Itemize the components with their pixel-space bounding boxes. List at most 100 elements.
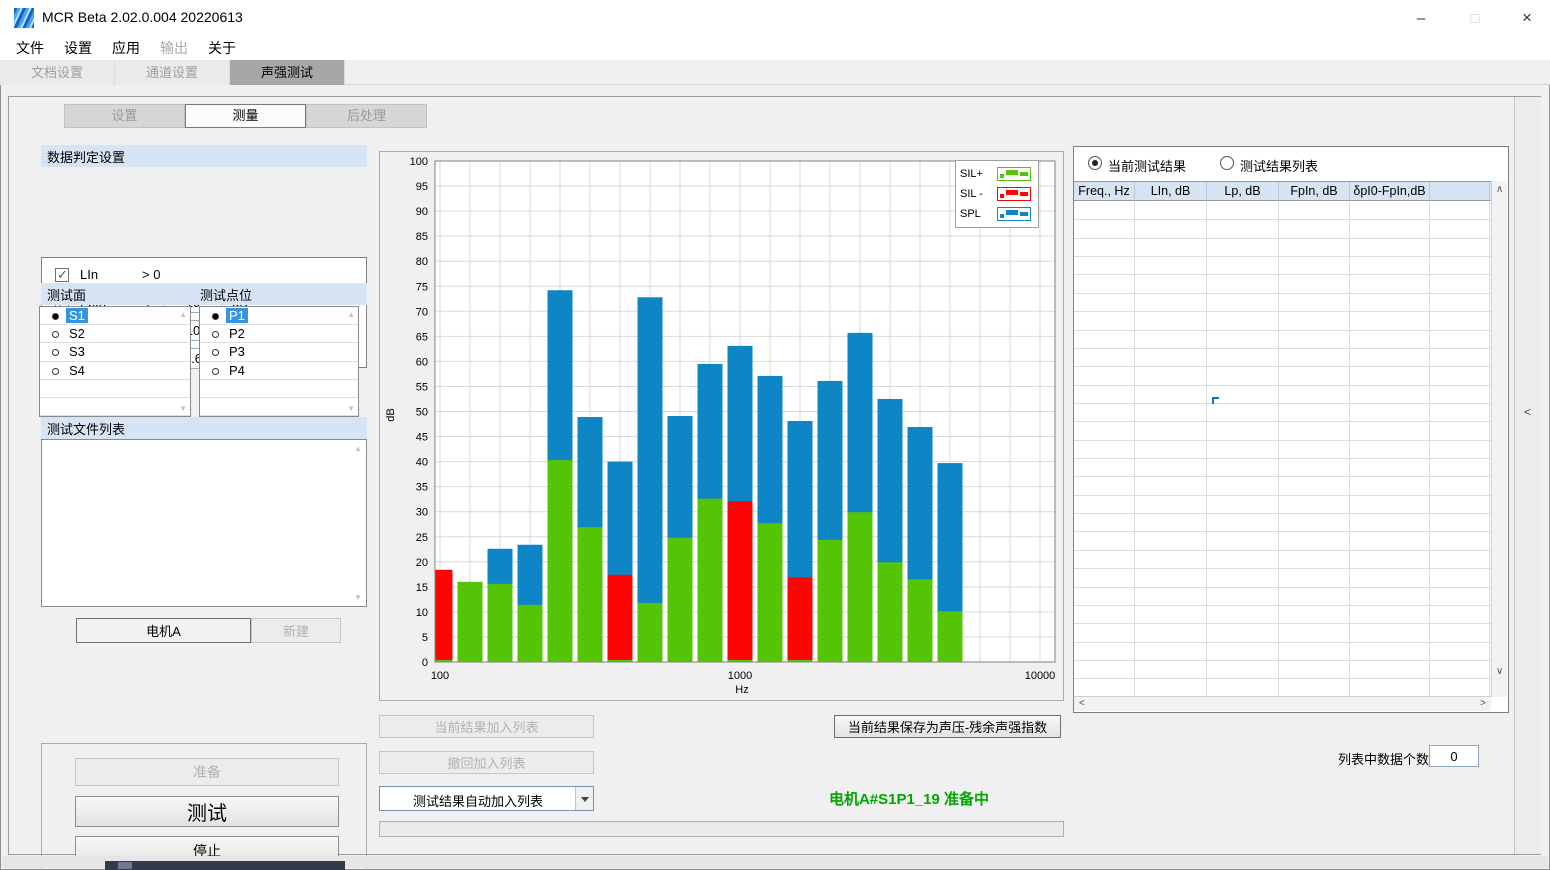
- menu-item[interactable]: 关于: [198, 36, 246, 60]
- control-button[interactable]: 准备: [75, 758, 339, 786]
- table-cell: [1430, 661, 1490, 678]
- svg-text:0: 0: [422, 657, 428, 669]
- table-row: [1074, 239, 1491, 257]
- menu-item[interactable]: 输出: [150, 36, 198, 60]
- table-cell: [1430, 294, 1490, 311]
- table-cell: [1430, 532, 1490, 549]
- control-button[interactable]: 测试: [75, 796, 339, 827]
- list-item[interactable]: S1: [40, 307, 190, 325]
- undo-add-button[interactable]: 撤回加入列表: [379, 751, 594, 774]
- chevron-down-icon[interactable]: [575, 787, 593, 810]
- table-cell: [1350, 367, 1430, 384]
- list-item-label[interactable]: P1: [226, 308, 248, 323]
- bullet-icon[interactable]: [52, 331, 59, 338]
- list-item-label[interactable]: S4: [66, 363, 88, 378]
- table-cell: [1074, 349, 1135, 366]
- list-item-label[interactable]: S1: [66, 308, 88, 323]
- minimize-button[interactable]: –: [1398, 0, 1444, 36]
- maximize-button[interactable]: □: [1452, 0, 1498, 36]
- bullet-icon[interactable]: [212, 331, 219, 338]
- table-cell: [1350, 386, 1430, 403]
- subtab[interactable]: 后处理: [306, 104, 427, 128]
- table-cell: [1135, 624, 1207, 641]
- scroll-down-icon[interactable]: ▼: [354, 593, 362, 602]
- list-item-label[interactable]: P2: [226, 326, 248, 341]
- list-item-label[interactable]: P4: [226, 363, 248, 378]
- bullet-icon[interactable]: [212, 368, 219, 375]
- table-cell: [1135, 239, 1207, 256]
- collapse-panel-handle[interactable]: <: [1515, 97, 1541, 854]
- table-cell: [1430, 367, 1490, 384]
- menu-item[interactable]: 文件: [6, 36, 54, 60]
- list-item[interactable]: P3: [200, 343, 358, 361]
- table-row: [1074, 202, 1491, 220]
- tab-active[interactable]: 声强测试: [230, 60, 345, 85]
- bar-chart: 0510152025303540455055606570758085909510…: [380, 152, 1063, 700]
- list-item[interactable]: S4: [40, 362, 190, 380]
- text-cursor-artifact: [1212, 397, 1219, 404]
- svg-text:75: 75: [416, 281, 428, 293]
- table-cell: [1207, 422, 1279, 439]
- close-button[interactable]: ×: [1504, 0, 1550, 36]
- list-item[interactable]: P4: [200, 362, 358, 380]
- table-cell: [1074, 331, 1135, 348]
- save-as-index-button[interactable]: 当前结果保存为声压-残余声强指数: [834, 715, 1061, 738]
- list-item-label[interactable]: S3: [66, 344, 88, 359]
- results-vertical-scrollbar[interactable]: ∧ ∨: [1491, 181, 1507, 697]
- table-column-header[interactable]: Lp, dB: [1207, 182, 1279, 200]
- list-headers: 测试面 测试点位: [41, 283, 367, 305]
- table-cell: [1279, 349, 1350, 366]
- table-column-header[interactable]: [1430, 182, 1490, 200]
- table-cell: [1279, 257, 1350, 274]
- scroll-down-icon[interactable]: ▼: [347, 404, 355, 413]
- scroll-up-icon[interactable]: ▲: [347, 310, 355, 319]
- table-cell: [1350, 496, 1430, 513]
- table-cell: [1279, 386, 1350, 403]
- table-column-header[interactable]: LIn, dB: [1135, 182, 1207, 200]
- list-item[interactable]: S2: [40, 325, 190, 343]
- bullet-icon[interactable]: [52, 349, 59, 356]
- add-current-result-button[interactable]: 当前结果加入列表: [379, 715, 594, 738]
- table-column-header[interactable]: FpIn, dB: [1279, 182, 1350, 200]
- criteria-checkbox[interactable]: [55, 268, 69, 282]
- table-cell: [1074, 496, 1135, 513]
- new-project-button[interactable]: 新建: [251, 618, 341, 643]
- results-horizontal-scrollbar[interactable]: < >: [1074, 696, 1491, 711]
- project-name-button[interactable]: 电机A: [76, 618, 251, 643]
- radio-current-result[interactable]: [1088, 156, 1102, 170]
- list-count-input[interactable]: [1429, 745, 1479, 767]
- subtab[interactable]: 设置: [64, 104, 185, 128]
- table-cell: [1430, 551, 1490, 568]
- list-item-label[interactable]: S2: [66, 326, 88, 341]
- selected-bullet-icon[interactable]: [212, 313, 219, 320]
- tab-inactive[interactable]: 通道设置: [115, 60, 230, 85]
- bullet-icon[interactable]: [212, 349, 219, 356]
- selected-bullet-icon[interactable]: [52, 313, 59, 320]
- list-item[interactable]: P1: [200, 307, 358, 325]
- table-cell: [1430, 312, 1490, 329]
- scroll-up-icon[interactable]: ▲: [179, 310, 187, 319]
- table-cell: [1074, 257, 1135, 274]
- radio-result-list[interactable]: [1220, 156, 1234, 170]
- menu-item[interactable]: 应用: [102, 36, 150, 60]
- bullet-icon[interactable]: [52, 368, 59, 375]
- table-cell: [1279, 459, 1350, 476]
- list-item[interactable]: P2: [200, 325, 358, 343]
- table-column-header[interactable]: δpI0-FpIn,dB: [1350, 182, 1430, 200]
- subtab[interactable]: 测量: [185, 104, 306, 128]
- auto-add-dropdown[interactable]: 测试结果自动加入列表: [379, 786, 594, 811]
- menu-item[interactable]: 设置: [54, 36, 102, 60]
- tab-inactive[interactable]: 文档设置: [0, 60, 115, 85]
- scroll-left-icon[interactable]: <: [1079, 698, 1085, 709]
- list-item[interactable]: S3: [40, 343, 190, 361]
- scroll-right-icon[interactable]: >: [1480, 698, 1486, 709]
- scroll-up-icon[interactable]: ▲: [354, 444, 362, 453]
- table-row: [1074, 588, 1491, 606]
- scroll-down-icon[interactable]: ▼: [179, 404, 187, 413]
- table-column-header[interactable]: Freq., Hz: [1074, 182, 1135, 200]
- file-listbox[interactable]: ▲ ▼: [41, 439, 367, 607]
- list-item-label[interactable]: P3: [226, 344, 248, 359]
- scroll-down-icon[interactable]: ∨: [1496, 666, 1503, 677]
- scroll-up-icon[interactable]: ∧: [1496, 184, 1503, 195]
- legend-entry: SPL: [960, 204, 1034, 224]
